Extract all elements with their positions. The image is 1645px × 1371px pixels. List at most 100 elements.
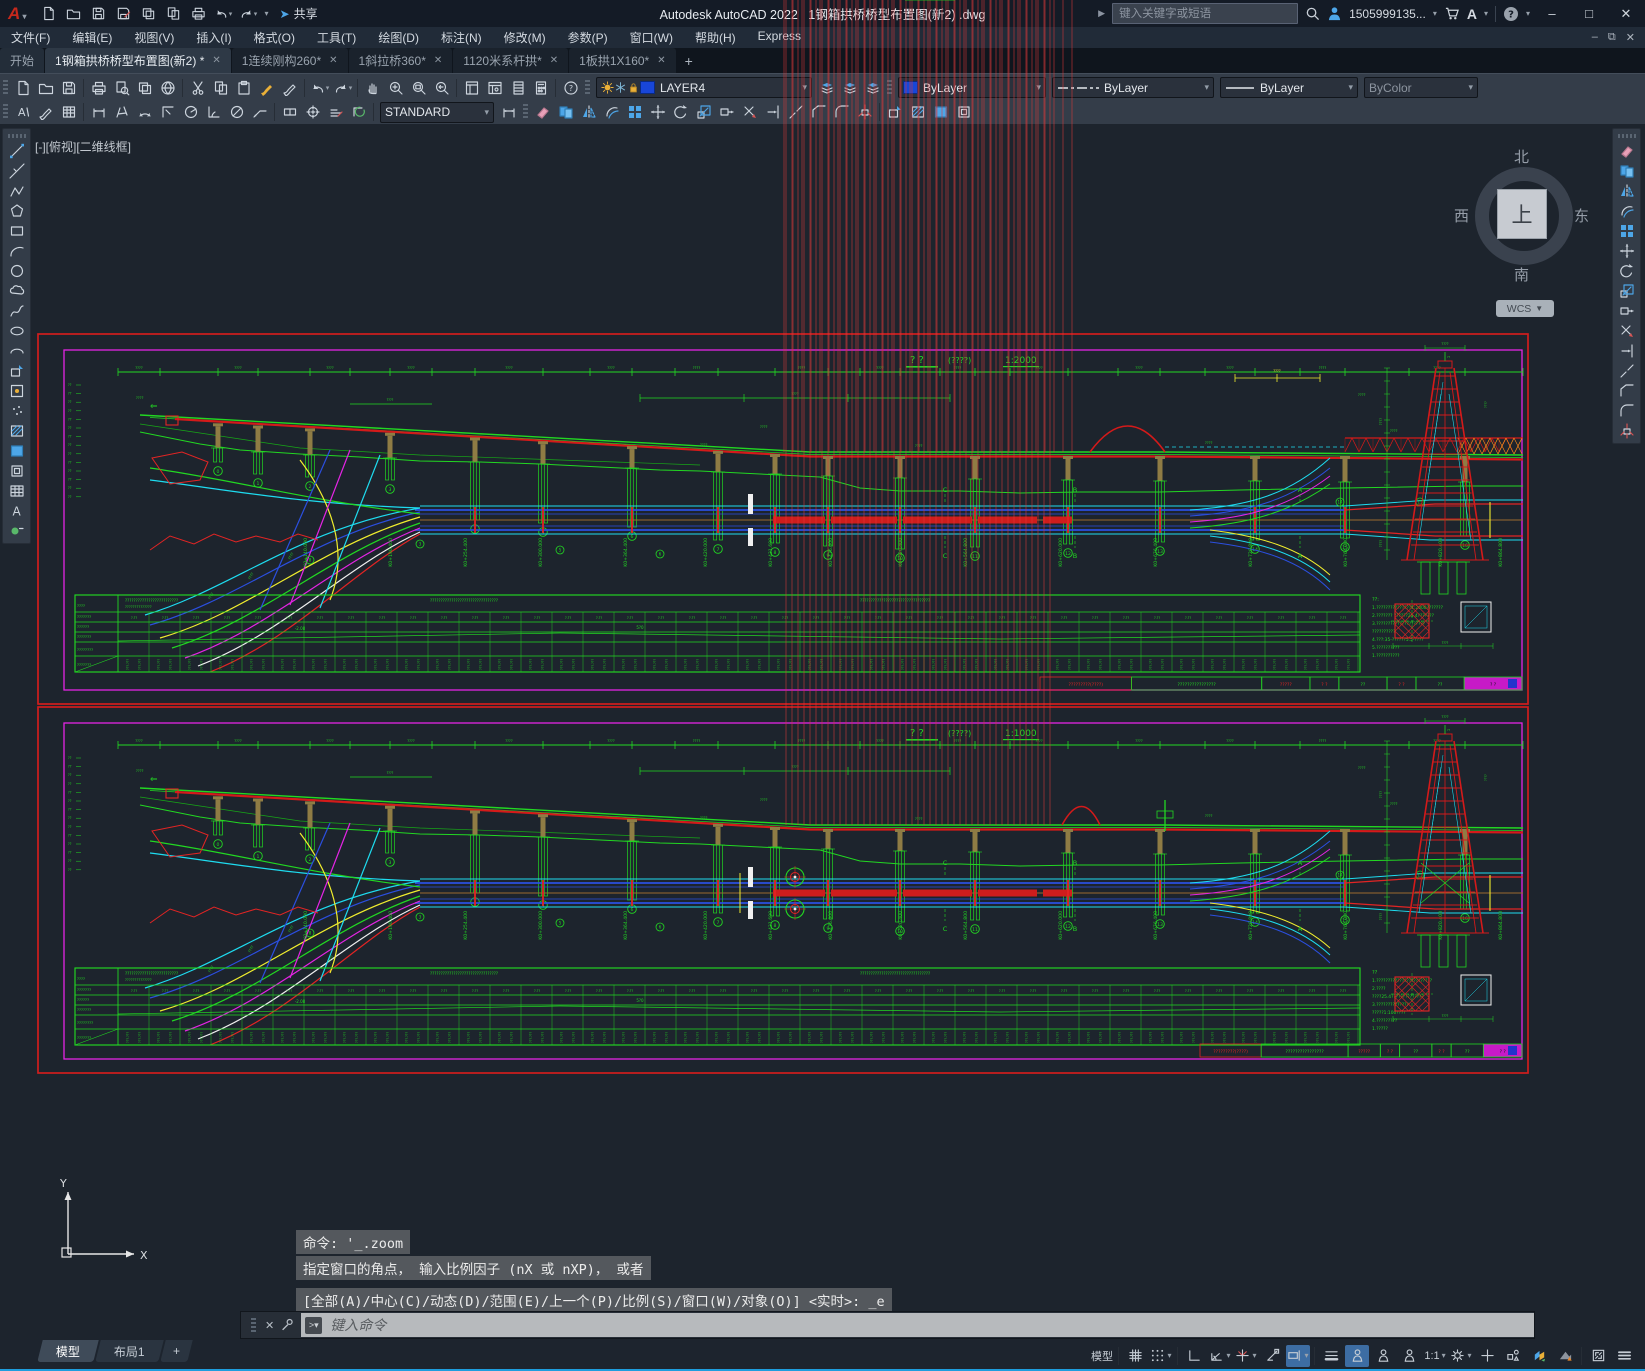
gradient-button[interactable] [5, 441, 28, 461]
linetype-dropdown[interactable]: ByLayer▾ [1052, 77, 1214, 98]
copyclip-button[interactable] [162, 4, 185, 24]
trim-button[interactable] [1615, 321, 1638, 341]
extend-button[interactable] [1615, 341, 1638, 361]
doc-restore-button[interactable]: ⧉ [1608, 31, 1616, 44]
fillet-button[interactable] [1615, 401, 1638, 421]
menu-1[interactable]: 编辑(E) [61, 29, 123, 46]
trim-button[interactable] [738, 102, 761, 122]
viewcube-west[interactable]: 西 [1454, 205, 1469, 226]
styleA-button[interactable]: A [11, 102, 34, 122]
globe-button[interactable] [156, 78, 179, 98]
redo-button[interactable]: ▾ [237, 4, 260, 24]
status-annotation-scale-icon[interactable] [1397, 1345, 1421, 1367]
dimali-button[interactable] [110, 102, 133, 122]
wcs-menu[interactable]: WCS▼ [1496, 300, 1554, 317]
model-tab[interactable]: 模型 [37, 1340, 99, 1362]
breakk-button[interactable] [1615, 361, 1638, 381]
redo-button[interactable]: ▾ [331, 78, 354, 98]
viewcube-top-face[interactable]: 上 [1497, 189, 1547, 239]
autodesk-chevron-icon[interactable]: ▾ [1484, 9, 1488, 18]
saveas-button[interactable] [112, 4, 135, 24]
file-tab-2[interactable]: 1连续刚构260*✕ [232, 48, 348, 73]
viewcube-south[interactable]: 南 [1514, 264, 1529, 285]
status-annotation-visibility[interactable] [1345, 1345, 1369, 1367]
mtext-button[interactable]: A [5, 501, 28, 521]
region-button[interactable] [952, 102, 975, 122]
status-fullscreen[interactable] [1586, 1345, 1610, 1367]
circle-button[interactable] [5, 261, 28, 281]
viewport-controls-label[interactable]: [-][俯视][二维线框] [35, 138, 131, 155]
undo-button[interactable]: ▾ [308, 78, 331, 98]
cmd-close-icon[interactable]: ✕ [265, 1319, 274, 1332]
share-button[interactable]: 共享 [294, 5, 318, 22]
file-tab-5[interactable]: 1板拱1X160*✕ [569, 48, 675, 73]
help-button[interactable]: ? [559, 78, 582, 98]
insert-button[interactable] [883, 102, 906, 122]
dimarc-button[interactable] [133, 102, 156, 122]
move-button[interactable] [1615, 241, 1638, 261]
viewcube-north[interactable]: 北 [1514, 146, 1529, 167]
toolpal-button[interactable] [506, 78, 529, 98]
match-button[interactable] [255, 78, 278, 98]
dimord-button[interactable] [156, 102, 179, 122]
folder-button[interactable] [62, 4, 85, 24]
file-tab-3[interactable]: 1斜拉桥360*✕ [349, 48, 453, 73]
mirror-button[interactable] [1615, 181, 1638, 201]
erase-button[interactable] [1615, 141, 1638, 161]
stretch-button[interactable] [715, 102, 738, 122]
user-icon[interactable] [1327, 6, 1342, 21]
status-osnap-tracking[interactable]: ▾ [1234, 1345, 1258, 1367]
drawing-canvas[interactable]: [-][俯视][二维线框] [0, 124, 1645, 1340]
printer-button[interactable] [187, 4, 210, 24]
tableic-button[interactable] [5, 481, 28, 501]
close-button[interactable]: ✕ [1611, 6, 1641, 22]
status-isolate-objects[interactable] [1501, 1345, 1525, 1367]
cmd-grip[interactable] [251, 1318, 256, 1332]
zoomwin-button[interactable] [407, 78, 430, 98]
dcenter-button[interactable] [483, 78, 506, 98]
dimedit-button[interactable] [324, 102, 347, 122]
chamfer-button[interactable] [807, 102, 830, 122]
dimupd-button[interactable] [347, 102, 370, 122]
zoomrt-button[interactable] [384, 78, 407, 98]
undo-button[interactable]: ▾ [212, 4, 235, 24]
ellipse-button[interactable] [5, 321, 28, 341]
file-tab-1[interactable]: 1钢箱拱桥桥型布置图(新2) *✕ [45, 48, 231, 73]
doc-button[interactable] [37, 4, 60, 24]
status-workspace-switching[interactable]: ▾ [1449, 1345, 1473, 1367]
menu-10[interactable]: 窗口(W) [619, 29, 684, 46]
explode-button[interactable] [853, 102, 876, 122]
tab-close-icon[interactable]: ✕ [434, 55, 442, 66]
copy-button[interactable] [554, 102, 577, 122]
search-input[interactable] [1112, 3, 1298, 24]
file-tab-4[interactable]: 1120米系杆拱*✕ [453, 48, 568, 73]
copyclip-button[interactable] [209, 78, 232, 98]
publish-button[interactable] [133, 78, 156, 98]
layout1-tab[interactable]: 布局1 [95, 1340, 163, 1362]
ltool-button[interactable] [838, 78, 861, 98]
brushstyle-button[interactable] [278, 78, 301, 98]
doc-minimize-button[interactable]: – [1592, 31, 1598, 44]
cen-button[interactable] [301, 102, 324, 122]
move-button[interactable] [646, 102, 669, 122]
status-dynamic-input[interactable]: ▾ [1286, 1345, 1310, 1367]
rotate-button[interactable] [669, 102, 692, 122]
tab-close-icon[interactable]: ✕ [212, 55, 220, 66]
paste-button[interactable] [232, 78, 255, 98]
spline-button[interactable] [5, 301, 28, 321]
ltool-button[interactable] [815, 78, 838, 98]
menu-7[interactable]: 标注(N) [430, 29, 493, 46]
command-icon[interactable]: >▾ [305, 1317, 322, 1334]
share-icon[interactable]: ➤ [280, 7, 290, 21]
status-osnap[interactable] [1260, 1345, 1284, 1367]
search-icon[interactable] [1305, 6, 1320, 21]
menu-12[interactable]: Express [747, 29, 812, 46]
save-button[interactable] [87, 4, 110, 24]
tol-button[interactable] [278, 102, 301, 122]
cmd-customize-wrench-icon[interactable] [280, 1318, 294, 1332]
ltool-button[interactable] [861, 78, 884, 98]
array-button[interactable] [623, 102, 646, 122]
extend-button[interactable] [761, 102, 784, 122]
menu-11[interactable]: 帮助(H) [684, 29, 747, 46]
scale-button[interactable] [692, 102, 715, 122]
